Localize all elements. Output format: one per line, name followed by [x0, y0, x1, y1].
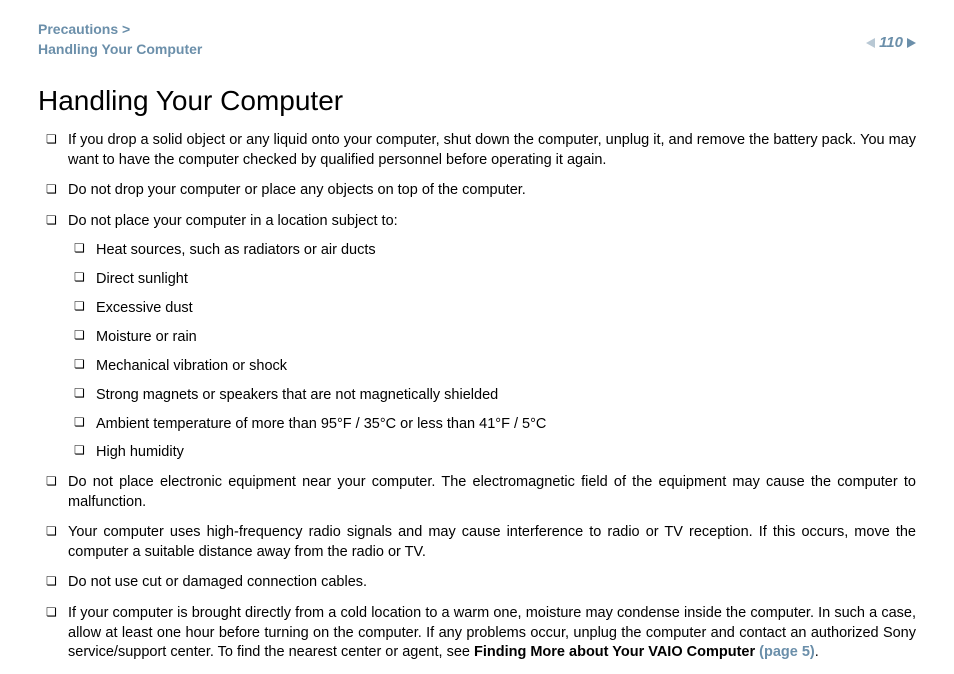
list-item-text: Do not drop your computer or place any o…: [68, 182, 526, 198]
list-item-text: Do not place electronic equipment near y…: [68, 474, 916, 510]
header: Precautions > Handling Your Computer 110: [38, 20, 916, 59]
bold-text: Finding More about Your VAIO Computer: [474, 644, 759, 660]
sub-list-item: Ambient temperature of more than 95°F / …: [68, 415, 916, 434]
precautions-list: If you drop a solid object or any liquid…: [38, 131, 916, 663]
list-item: If your computer is brought directly fro…: [38, 604, 916, 663]
list-item: Do not place your computer in a location…: [38, 212, 916, 462]
breadcrumb-line1: Precautions >: [38, 20, 202, 40]
sub-list-item: Direct sunlight: [68, 270, 916, 289]
page-link[interactable]: (page 5): [759, 644, 815, 660]
list-item-text: Your computer uses high-frequency radio …: [68, 524, 916, 560]
sub-list: Heat sources, such as radiators or air d…: [68, 241, 916, 462]
page-title: Handling Your Computer: [38, 85, 916, 117]
list-item: Do not place electronic equipment near y…: [38, 473, 916, 512]
breadcrumb-line2: Handling Your Computer: [38, 40, 202, 60]
list-item: Do not use cut or damaged connection cab…: [38, 573, 916, 593]
page-nav: 110: [866, 34, 916, 51]
arrow-right-icon[interactable]: [907, 38, 916, 48]
list-item: If you drop a solid object or any liquid…: [38, 131, 916, 170]
list-item-text: .: [815, 644, 819, 660]
list-item-text: Do not use cut or damaged connection cab…: [68, 574, 367, 590]
list-item-text: If you drop a solid object or any liquid…: [68, 132, 916, 168]
breadcrumb: Precautions > Handling Your Computer: [38, 20, 202, 59]
sub-list-item: High humidity: [68, 443, 916, 462]
list-item: Your computer uses high-frequency radio …: [38, 523, 916, 562]
arrow-left-icon[interactable]: [866, 38, 875, 48]
sub-list-item: Excessive dust: [68, 299, 916, 318]
sub-list-item: Heat sources, such as radiators or air d…: [68, 241, 916, 260]
list-item-text: Do not place your computer in a location…: [68, 213, 398, 229]
sub-list-item: Strong magnets or speakers that are not …: [68, 386, 916, 405]
list-item: Do not drop your computer or place any o…: [38, 181, 916, 201]
sub-list-item: Mechanical vibration or shock: [68, 357, 916, 376]
sub-list-item: Moisture or rain: [68, 328, 916, 347]
page-number: 110: [879, 34, 903, 51]
